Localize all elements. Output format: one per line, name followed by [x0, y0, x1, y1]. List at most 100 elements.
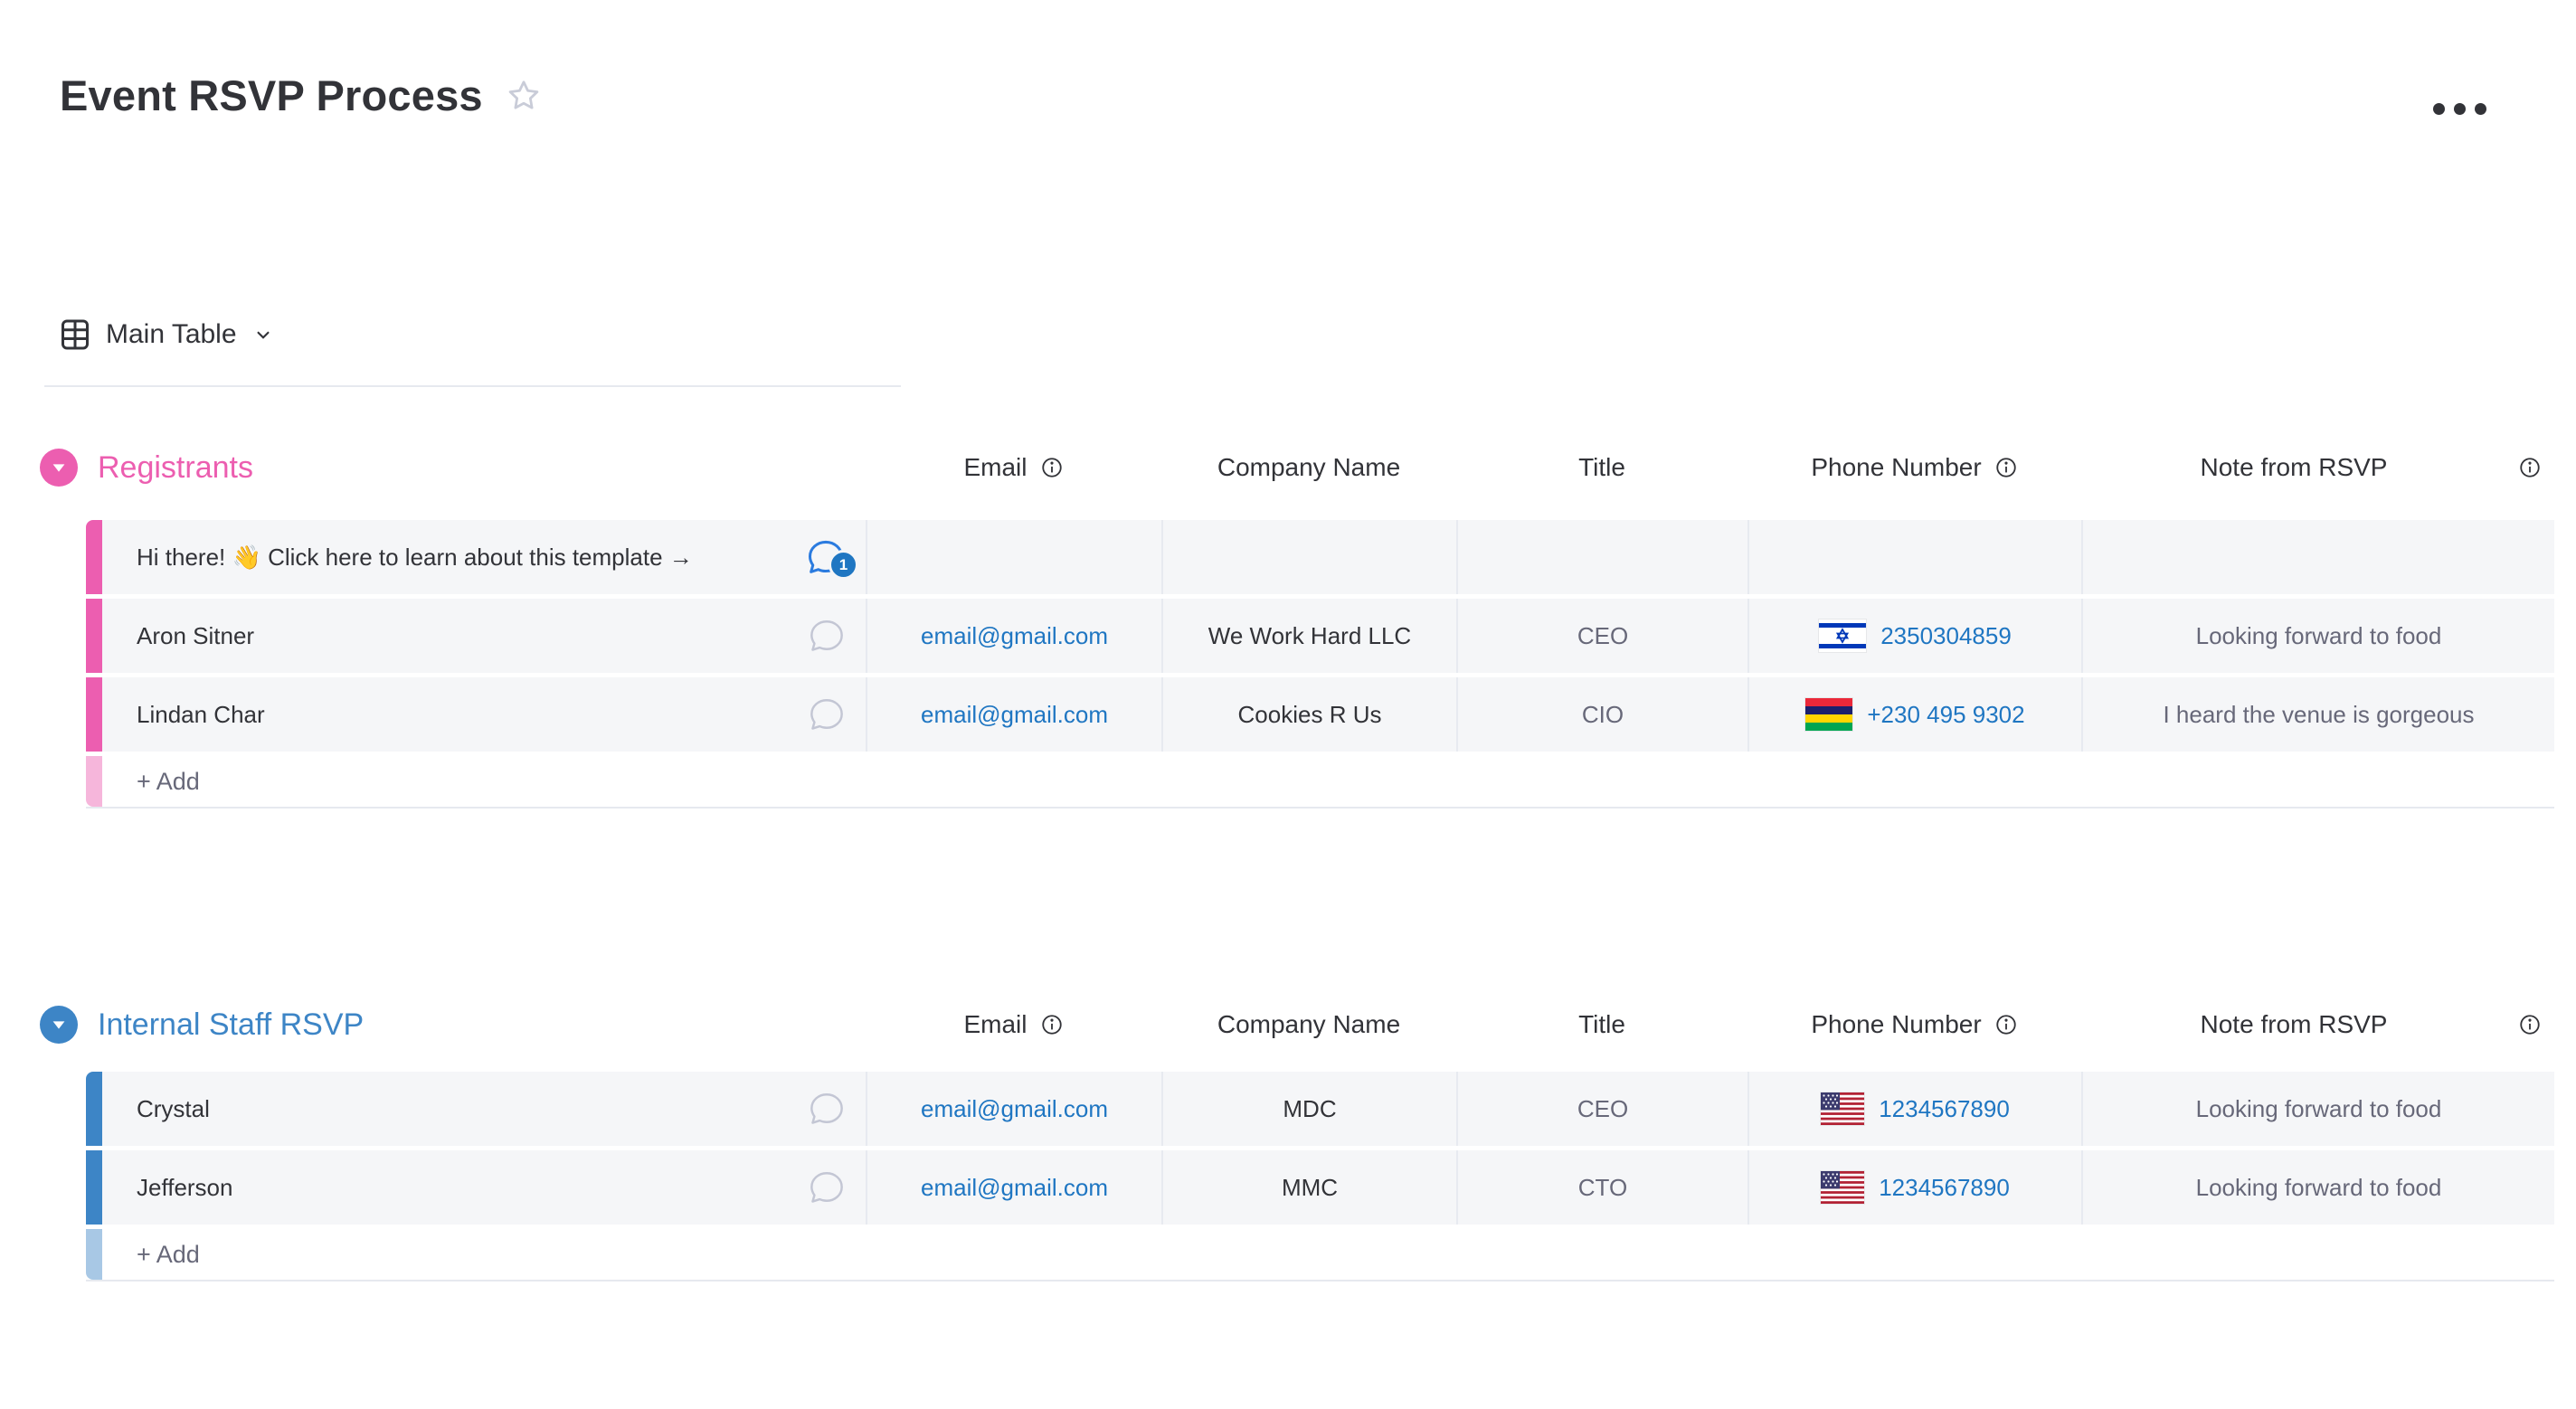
collapse-group-icon[interactable]: [40, 1006, 78, 1044]
phone-cell[interactable]: 2350304859: [1747, 599, 2081, 673]
email-link[interactable]: email@gmail.com: [921, 1174, 1108, 1202]
group-color-bar: [86, 599, 102, 673]
column-header-company[interactable]: Company Name: [1161, 1003, 1456, 1046]
add-item-row[interactable]: + Add: [86, 1229, 2554, 1281]
group-header-registrants: Registrants: [40, 446, 253, 489]
tab-main-table[interactable]: Main Table: [59, 317, 275, 353]
email-link[interactable]: email@gmail.com: [921, 1095, 1108, 1123]
chat-bubble-icon[interactable]: [808, 696, 846, 733]
phone-cell[interactable]: 1234567890: [1747, 1072, 2081, 1146]
email-cell[interactable]: email@gmail.com: [866, 1150, 1161, 1225]
note-cell[interactable]: I heard the venue is gorgeous: [2081, 677, 2554, 752]
column-header-note[interactable]: Note from RSVP: [2081, 1003, 2506, 1046]
column-header-phone-label: Phone Number: [1811, 453, 1981, 482]
phone-cell[interactable]: +230 495 9302: [1747, 677, 2081, 752]
column-header-phone[interactable]: Phone Number: [1747, 1003, 2081, 1046]
group-color-bar: [86, 756, 102, 807]
collapse-group-icon[interactable]: [40, 449, 78, 487]
column-header-title-label: Title: [1578, 453, 1625, 482]
item-name-cell[interactable]: Crystal: [102, 1072, 866, 1146]
company-cell[interactable]: MDC: [1161, 1072, 1456, 1146]
phone-link[interactable]: 1234567890: [1879, 1174, 2010, 1202]
info-row-cell[interactable]: Hi there! 👋 Click here to learn about th…: [102, 520, 866, 594]
add-item-label[interactable]: + Add: [102, 756, 2554, 807]
add-item-label[interactable]: + Add: [102, 1229, 2554, 1280]
title-cell[interactable]: CEO: [1456, 599, 1747, 673]
email-cell[interactable]: email@gmail.com: [866, 599, 1161, 673]
item-name[interactable]: Jefferson: [137, 1174, 808, 1202]
note-cell[interactable]: Looking forward to food: [2081, 1072, 2554, 1146]
column-header-email[interactable]: Email: [866, 446, 1161, 489]
item-name-cell[interactable]: Jefferson: [102, 1150, 866, 1225]
item-name[interactable]: Crystal: [137, 1095, 808, 1123]
table-row-info[interactable]: Hi there! 👋 Click here to learn about th…: [86, 520, 2554, 594]
chat-bubble-icon[interactable]: 1: [806, 538, 846, 576]
title-cell[interactable]: CEO: [1456, 1072, 1747, 1146]
board-menu-button[interactable]: [2424, 94, 2496, 124]
table-row[interactable]: Aron Sitner email@gmail.com We Work Hard…: [86, 599, 2554, 673]
info-icon[interactable]: [1040, 1013, 1064, 1036]
table-row[interactable]: Lindan Char email@gmail.com Cookies R Us…: [86, 677, 2554, 752]
empty-cell[interactable]: [1747, 520, 2081, 594]
chevron-down-icon: [251, 323, 275, 346]
group-color-bar: [86, 1072, 102, 1146]
chat-bubble-icon[interactable]: [808, 1169, 846, 1206]
column-header-phone[interactable]: Phone Number: [1747, 446, 2081, 489]
column-header-note[interactable]: Note from RSVP: [2081, 446, 2506, 489]
column-header-note-label: Note from RSVP: [2201, 1010, 2388, 1039]
email-link[interactable]: email@gmail.com: [921, 701, 1108, 729]
title-cell[interactable]: CIO: [1456, 677, 1747, 752]
phone-link[interactable]: 2350304859: [1880, 622, 2012, 650]
info-icon[interactable]: [1040, 456, 1064, 479]
group-color-bar: [86, 520, 102, 594]
note-info-icon[interactable]: [2505, 1003, 2554, 1046]
company-cell[interactable]: MMC: [1161, 1150, 1456, 1225]
dot-icon: [2475, 103, 2486, 115]
column-header-company[interactable]: Company Name: [1161, 446, 1456, 489]
column-header-title[interactable]: Title: [1456, 1003, 1747, 1046]
title-cell[interactable]: CTO: [1456, 1150, 1747, 1225]
group-name-registrants[interactable]: Registrants: [98, 450, 253, 486]
board-title-text: Event RSVP Process: [60, 71, 483, 120]
empty-cell[interactable]: [1161, 520, 1456, 594]
item-name-cell[interactable]: Aron Sitner: [102, 599, 866, 673]
item-name[interactable]: Lindan Char: [137, 701, 808, 729]
group-header-internal-staff: Internal Staff RSVP: [40, 1003, 364, 1046]
info-icon[interactable]: [1994, 1013, 2018, 1036]
column-header-email[interactable]: Email: [866, 1003, 1161, 1046]
note-cell[interactable]: Looking forward to food: [2081, 1150, 2554, 1225]
item-name[interactable]: Aron Sitner: [137, 622, 808, 650]
star-icon[interactable]: [505, 77, 543, 115]
info-icon[interactable]: [1994, 456, 2018, 479]
group-name-internal-staff[interactable]: Internal Staff RSVP: [98, 1007, 364, 1043]
email-cell[interactable]: email@gmail.com: [866, 1072, 1161, 1146]
phone-link[interactable]: +230 495 9302: [1867, 701, 2024, 729]
table-row[interactable]: Jefferson email@gmail.com MMC CTO: [86, 1150, 2554, 1225]
phone-cell[interactable]: 1234567890: [1747, 1150, 2081, 1225]
empty-cell[interactable]: [1456, 520, 1747, 594]
column-header-title-label: Title: [1578, 1010, 1625, 1039]
note-info-icon[interactable]: [2505, 446, 2554, 489]
add-item-row[interactable]: + Add: [86, 756, 2554, 809]
group-color-bar: [86, 677, 102, 752]
chat-bubble-icon[interactable]: [808, 1091, 846, 1127]
view-tab-strip: Main Table: [44, 309, 901, 387]
item-name-cell[interactable]: Lindan Char: [102, 677, 866, 752]
board-title[interactable]: Event RSVP Process: [60, 71, 543, 120]
company-cell[interactable]: Cookies R Us: [1161, 677, 1456, 752]
empty-cell[interactable]: [2081, 520, 2554, 594]
chat-bubble-icon[interactable]: [808, 618, 846, 654]
usa-flag-icon: [1821, 1171, 1864, 1204]
email-cell[interactable]: email@gmail.com: [866, 677, 1161, 752]
email-link[interactable]: email@gmail.com: [921, 622, 1108, 650]
empty-cell[interactable]: [866, 520, 1161, 594]
note-cell[interactable]: Looking forward to food: [2081, 599, 2554, 673]
column-header-title[interactable]: Title: [1456, 446, 1747, 489]
table-row[interactable]: Crystal email@gmail.com MDC CEO: [86, 1072, 2554, 1146]
info-icon: [2518, 1013, 2542, 1036]
info-row-text[interactable]: Hi there! 👋 Click here to learn about th…: [137, 544, 806, 572]
column-header-email-label: Email: [963, 453, 1027, 482]
dot-icon: [2433, 103, 2445, 115]
company-cell[interactable]: We Work Hard LLC: [1161, 599, 1456, 673]
phone-link[interactable]: 1234567890: [1879, 1095, 2010, 1123]
